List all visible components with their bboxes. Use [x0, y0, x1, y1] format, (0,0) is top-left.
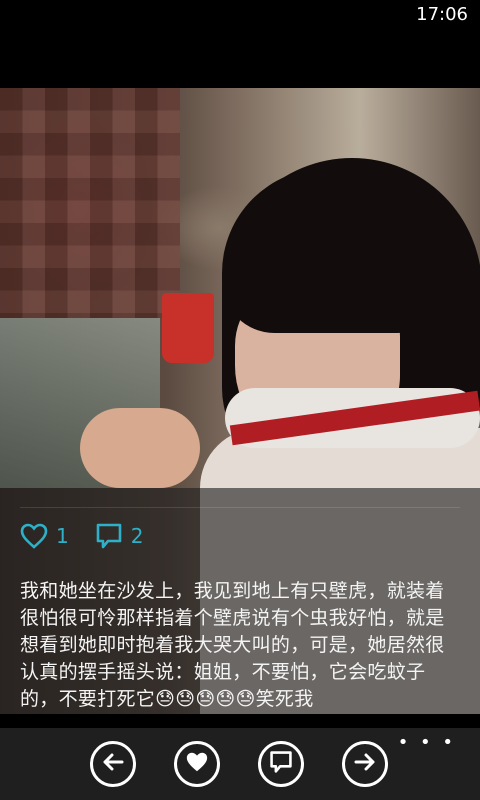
heart-outline-icon [20, 523, 56, 549]
heart-icon [185, 751, 209, 777]
like-button[interactable] [174, 741, 220, 787]
comment-outline-icon [95, 522, 131, 550]
back-icon [101, 750, 125, 778]
comments-count: 2 [130, 524, 144, 548]
forward-icon [353, 750, 377, 778]
likes-stat[interactable]: 1 [20, 523, 69, 549]
child-hand [80, 408, 200, 488]
comments-stat[interactable]: 2 [95, 522, 144, 550]
comment-button[interactable] [258, 741, 304, 787]
app-bar: • • • [0, 728, 480, 800]
post-text: 我和她坐在沙发上，我见到地上有只壁虎，就装着很怕很可怜那样指着个壁虎说有个虫我好… [20, 580, 445, 710]
back-button[interactable] [90, 741, 136, 787]
forward-button[interactable] [342, 741, 388, 787]
red-bucket [162, 293, 214, 363]
comment-icon [269, 750, 293, 778]
likes-count: 1 [56, 524, 69, 548]
pixelated-region [0, 88, 180, 318]
post-stats: 1 2 [20, 520, 169, 552]
status-bar: 17:06 [0, 0, 480, 32]
status-time: 17:06 [416, 4, 468, 25]
more-options-icon[interactable]: • • • [398, 734, 456, 752]
overlay-divider [20, 507, 460, 508]
